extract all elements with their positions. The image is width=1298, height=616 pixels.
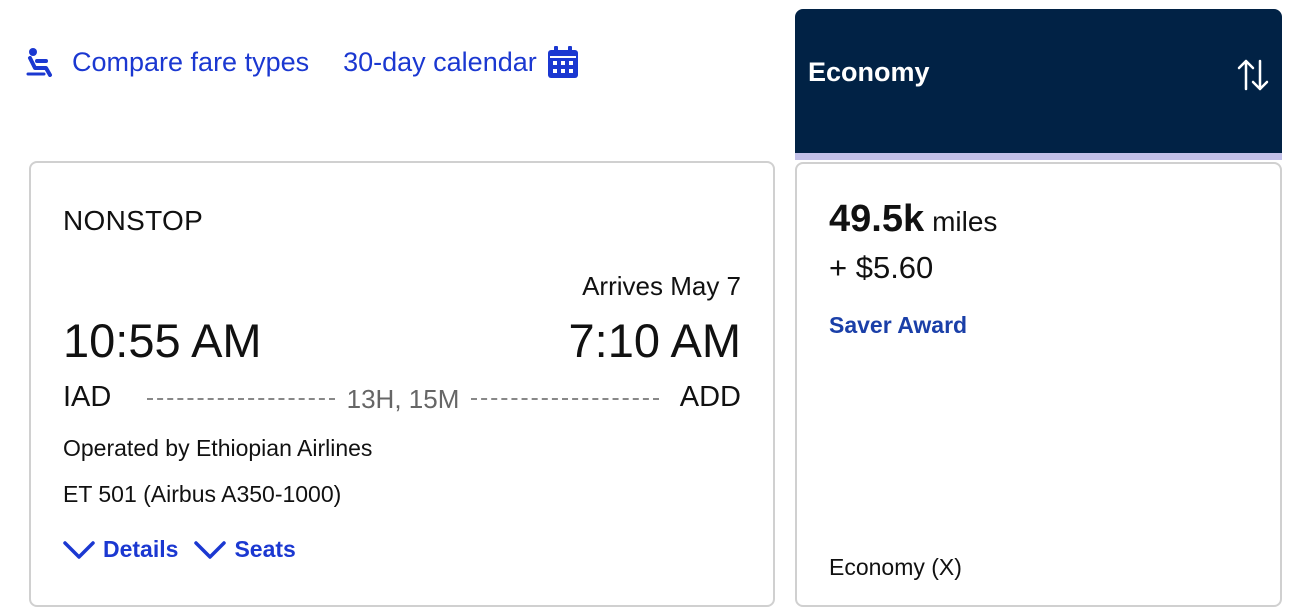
flight-card: NONSTOP Arrives May 7 10:55 AM 7:10 AM I…: [29, 161, 775, 607]
calendar-icon: [547, 45, 579, 79]
economy-fare-card[interactable]: 49.5k miles + $5.60 Saver Award Economy …: [795, 162, 1282, 607]
chevron-down-icon: [63, 540, 95, 560]
economy-column-title: Economy: [808, 57, 930, 87]
flight-actions: Details Seats: [63, 536, 296, 563]
seats-label: Seats: [234, 536, 296, 562]
arrival-time: 7:10 AM: [568, 314, 741, 367]
route-line-left: [147, 398, 335, 400]
details-button[interactable]: Details: [63, 536, 178, 563]
30-day-calendar-link[interactable]: 30-day calendar: [343, 45, 579, 79]
compare-fare-types-link[interactable]: Compare fare types: [26, 47, 309, 78]
cabin-class: Economy (X): [829, 554, 962, 580]
flight-duration: 13H, 15M: [346, 384, 460, 414]
chevron-down-icon: [194, 540, 227, 560]
origin-airport: IAD: [63, 381, 112, 413]
economy-column-header[interactable]: Economy: [795, 9, 1282, 153]
destination-airport: ADD: [679, 381, 741, 413]
arrival-date-note: Arrives May 7: [582, 271, 741, 301]
taxes-fee: + $5.60: [829, 250, 934, 285]
details-label: Details: [103, 536, 179, 562]
stops-label: NONSTOP: [63, 205, 204, 236]
flight-number: ET 501 (Airbus A350-1000): [63, 481, 342, 507]
seats-button[interactable]: Seats: [194, 536, 296, 563]
30-day-calendar-label: 30-day calendar: [343, 46, 537, 77]
miles-unit: miles: [932, 206, 998, 237]
economy-header-band: [795, 153, 1282, 160]
departure-time: 10:55 AM: [63, 314, 262, 367]
compare-fare-types-label: Compare fare types: [72, 46, 310, 77]
miles-price: 49.5k miles: [829, 198, 997, 241]
route-line-right: [471, 398, 659, 400]
miles-amount: 49.5k: [829, 198, 925, 240]
sort-arrows-icon[interactable]: [1236, 57, 1270, 93]
award-type: Saver Award: [829, 312, 968, 338]
top-links: Compare fare types 30-day calendar: [26, 40, 579, 84]
operator-text: Operated by Ethiopian Airlines: [63, 435, 373, 461]
seat-icon: [26, 47, 60, 77]
